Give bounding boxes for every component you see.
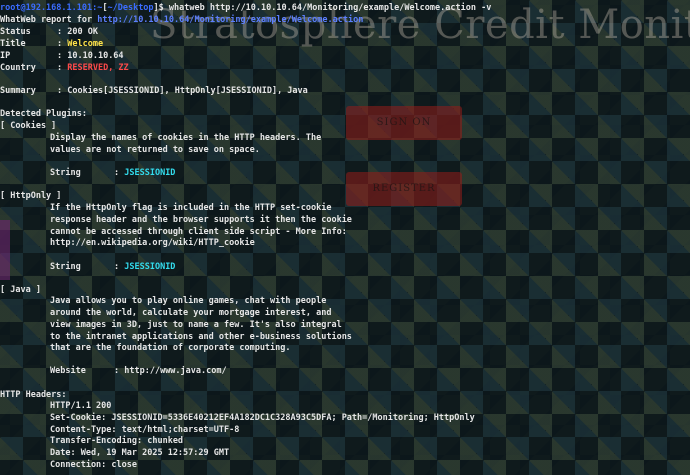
ip-row: IP: 10.10.10.64: [0, 51, 124, 61]
plugin-field-key: String: [50, 168, 81, 178]
report-url[interactable]: http://10.10.10.64/Monitoring/example/We…: [97, 15, 363, 25]
summary-key: Summary: [0, 86, 36, 96]
title-row: Title: Welcome: [0, 39, 104, 49]
summary-row: Summary: Cookies[JSESSIONID], HttpOnly[J…: [0, 86, 308, 96]
plugin-field-key: Website: [50, 366, 86, 376]
report-line: WhatWeb report for http://10.10.10.64/Mo…: [0, 15, 363, 26]
plugin-header-httponly: [ HttpOnly ]: [0, 191, 62, 201]
ip-value: 10.10.10.64: [67, 51, 124, 61]
plugin-header-java: [ Java ]: [0, 285, 41, 295]
plugin-more-info-link[interactable]: http://en.wikipedia.org/wiki/HTTP_cookie: [0, 238, 255, 249]
plugin-desc-line: Java allows you to play online games, ch…: [50, 296, 327, 306]
http-headers-label: HTTP Headers:: [0, 390, 67, 400]
http-header-line: HTTP/1.1 200: [50, 401, 112, 411]
plugin-desc-line: values are not returned to save on space…: [50, 145, 260, 155]
plugin-header-cookies: [ Cookies ]: [0, 121, 57, 131]
plugin-desc-line: view images in 3D, just to name a few. I…: [50, 320, 342, 330]
prompt-user-host: root@192.168.1.101:~: [0, 3, 103, 13]
plugin-string-row: String: JSESSIONID: [50, 262, 176, 272]
plugin-desc-line: cannot be accessed through client side s…: [50, 227, 347, 237]
plugin-desc-line: Display the names of cookies in the HTTP…: [50, 133, 322, 143]
prompt-line: root@192.168.1.101:~[~/Desktop]$ whatweb…: [0, 3, 492, 13]
report-label: WhatWeb report for: [0, 15, 93, 25]
plugin-string-value: JSESSIONID: [124, 262, 176, 272]
field-key: Status: [0, 27, 31, 37]
http-header-line: Set-Cookie: JSESSIONID=5336E40212EF4A182…: [50, 413, 475, 423]
command-text: whatweb http://10.10.10.64/Monitoring/ex…: [168, 3, 492, 13]
http-header-line: Transfer-Encoding: chunked: [50, 436, 184, 446]
http-header-line: Content-Type: text/html;charset=UTF-8: [50, 425, 240, 435]
plugin-desc-line: that are the foundation of corporate com…: [50, 343, 291, 353]
field-key: Title: [0, 39, 26, 49]
http-header-line: Connection: close: [50, 460, 137, 470]
status-row: Status: 200 OK: [0, 27, 98, 37]
plugin-field-key: String: [50, 262, 81, 272]
country-value: RESERVED, ZZ: [67, 63, 129, 73]
plugin-string-row: String: JSESSIONID: [50, 168, 176, 178]
terminal-output[interactable]: root@192.168.1.101:~[~/Desktop]$ whatweb…: [0, 0, 690, 475]
plugin-string-value: JSESSIONID: [124, 168, 176, 178]
title-value: Welcome: [67, 39, 104, 49]
summary-value: Cookies[JSESSIONID], HttpOnly[JSESSIONID…: [67, 86, 308, 96]
plugin-desc-line: to the intranet applications and other e…: [50, 332, 352, 342]
http-header-line: Date: Wed, 19 Mar 2025 12:57:29 GMT: [50, 448, 230, 458]
plugin-website-value[interactable]: http://www.java.com/: [124, 366, 226, 376]
field-key: Country: [0, 63, 36, 73]
detected-plugins-label: Detected Plugins:: [0, 109, 87, 119]
status-value: 200 OK: [67, 27, 98, 37]
plugin-desc-line: response header and the browser supports…: [50, 215, 352, 225]
prompt-symbol: $: [158, 3, 164, 13]
prompt-cwd: ~/Desktop: [107, 3, 154, 13]
plugin-website-row: Website: http://www.java.com/: [50, 366, 227, 376]
plugin-desc-line: If the HttpOnly flag is included in the …: [50, 203, 332, 213]
country-row: Country: RESERVED, ZZ: [0, 63, 129, 73]
plugin-desc-line: around the world, calculate your mortgag…: [50, 308, 332, 318]
field-key: IP: [0, 51, 11, 61]
